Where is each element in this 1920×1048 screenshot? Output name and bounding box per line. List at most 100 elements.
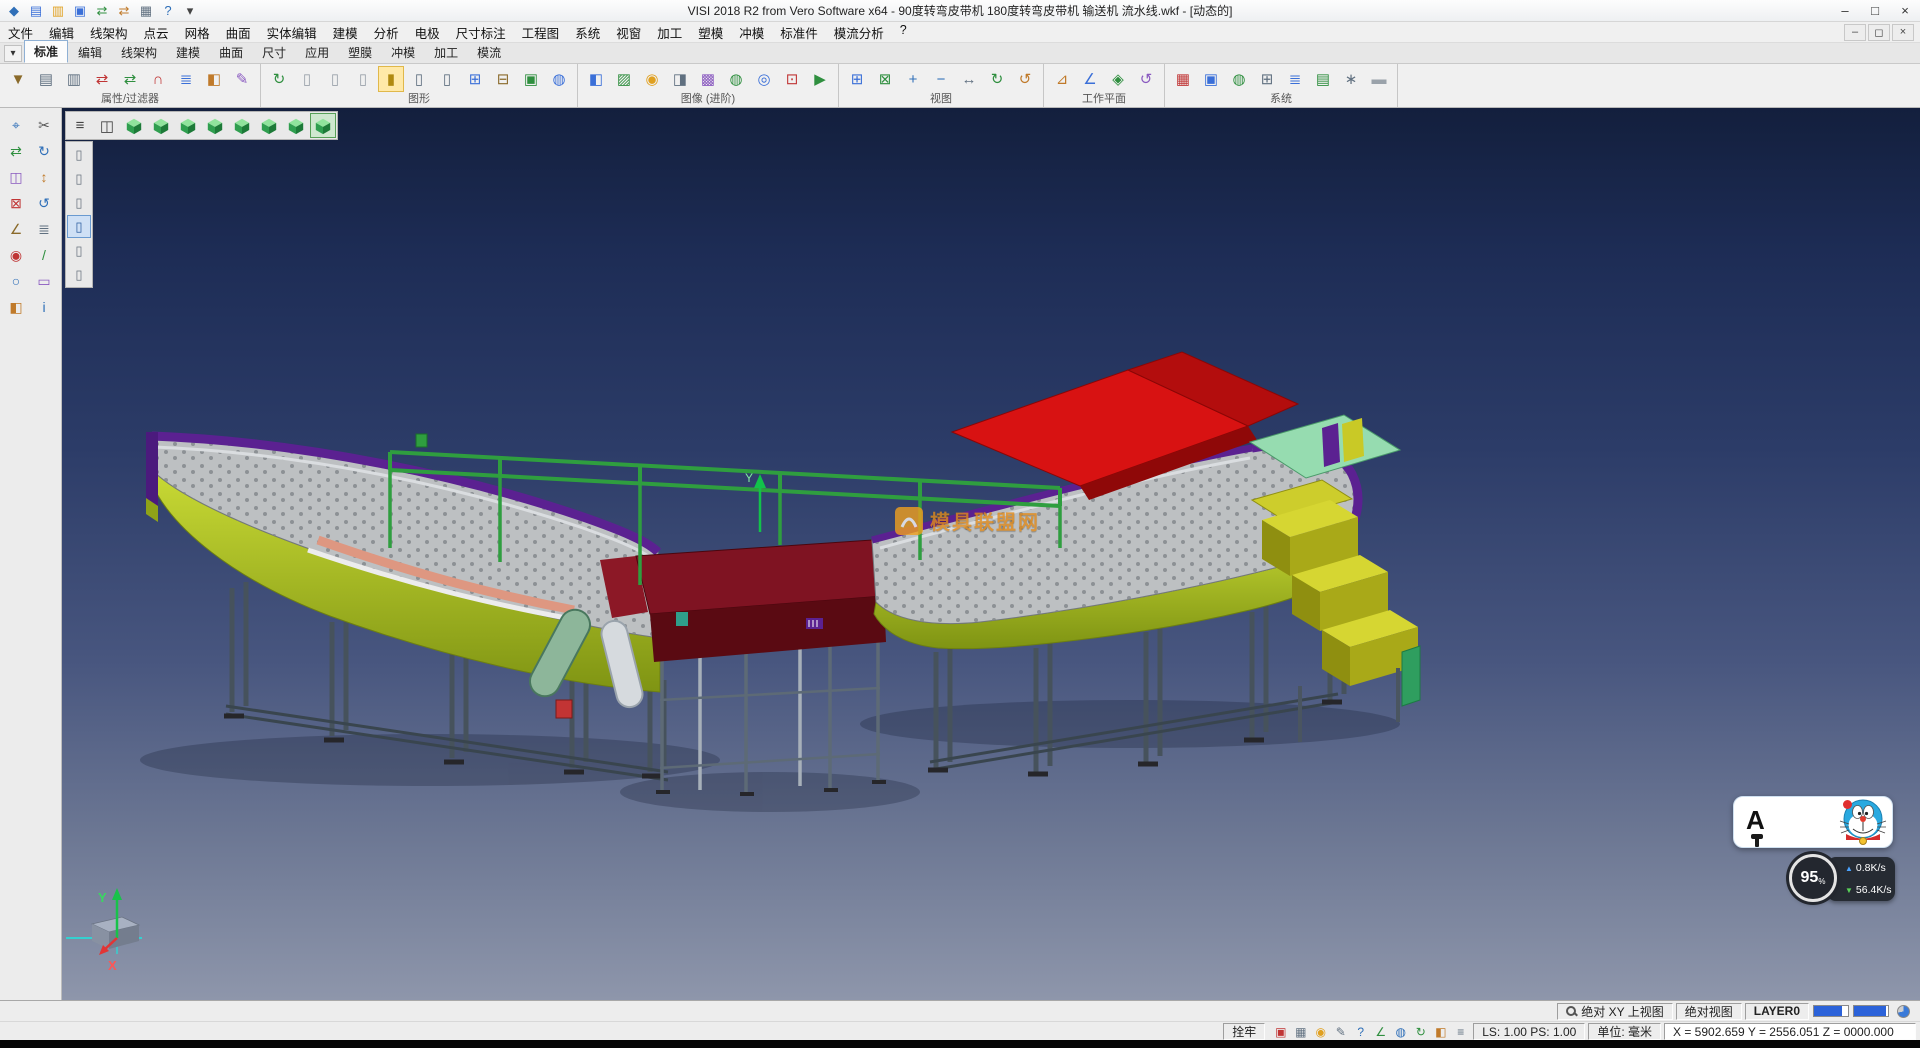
previous-view-icon[interactable]: ↺ xyxy=(1012,66,1038,92)
mdi-close-button[interactable]: × xyxy=(1892,24,1914,41)
display-settings-icon[interactable]: ▣ xyxy=(1198,66,1224,92)
menu-item-2[interactable]: 线架构 xyxy=(82,21,136,44)
blank-element-icon[interactable]: ⊟ xyxy=(490,66,516,92)
maximize-button[interactable]: □ xyxy=(1860,0,1890,21)
menu-item-17[interactable]: 标准件 xyxy=(772,21,826,44)
iso-view-icon[interactable] xyxy=(121,113,147,138)
new-file-icon[interactable]: ▤ xyxy=(26,2,46,20)
menu-item-16[interactable]: 冲模 xyxy=(731,21,772,44)
tab-6[interactable]: 应用 xyxy=(296,42,338,63)
zoom-out-icon[interactable]: − xyxy=(928,66,954,92)
filter-body-icon[interactable]: ▯ xyxy=(67,215,91,238)
minimize-button[interactable]: – xyxy=(1830,0,1860,21)
mirror-icon[interactable]: ◫ xyxy=(3,165,29,189)
pencil-icon[interactable]: ✎ xyxy=(1331,1023,1350,1040)
copy-attributes-icon[interactable]: ⇄ xyxy=(89,66,115,92)
filter-vertex-icon[interactable]: ▯ xyxy=(67,143,91,166)
save-file-icon[interactable]: ▣ xyxy=(70,2,90,20)
viewport-3d[interactable]: ≡◫ ▯▯▯▯▯▯ xyxy=(62,108,1920,1000)
print-preview-icon[interactable]: ▥ xyxy=(61,66,87,92)
zoom-window-icon[interactable]: ⊞ xyxy=(844,66,870,92)
menu-item-13[interactable]: 视窗 xyxy=(608,21,649,44)
menu-item-8[interactable]: 分析 xyxy=(366,21,407,44)
selection-filter-icon[interactable]: ▼ xyxy=(5,66,31,92)
tab-3[interactable]: 建模 xyxy=(167,42,209,63)
workplane-xy-icon[interactable]: ⊿ xyxy=(1049,66,1075,92)
snapshot-icon[interactable]: ⊡ xyxy=(779,66,805,92)
magnet-icon[interactable]: ∩ xyxy=(145,66,171,92)
filter-edge-icon[interactable]: ▯ xyxy=(67,167,91,190)
tab-4[interactable]: 曲面 xyxy=(210,42,252,63)
tab-0[interactable]: 标准 xyxy=(24,40,68,63)
tab-7[interactable]: 塑膜 xyxy=(339,42,381,63)
tab-9[interactable]: 加工 xyxy=(425,42,467,63)
cylinder2-icon[interactable]: ▯ xyxy=(322,66,348,92)
workplane-view-icon[interactable]: ◈ xyxy=(1105,66,1131,92)
rectangle-icon[interactable]: ▭ xyxy=(31,269,57,293)
layer-manager-icon[interactable]: ≣ xyxy=(173,66,199,92)
box-display-icon[interactable]: ⊞ xyxy=(462,66,488,92)
style-icon[interactable]: ✎ xyxy=(229,66,255,92)
workplane-reset-icon[interactable]: ↺ xyxy=(1133,66,1159,92)
axis-icon[interactable]: ∠ xyxy=(1371,1023,1390,1040)
color-icon[interactable]: ◧ xyxy=(201,66,227,92)
zoom-fit-icon[interactable]: ⊠ xyxy=(872,66,898,92)
menu-item-14[interactable]: 加工 xyxy=(649,21,690,44)
undo-icon[interactable]: ↺ xyxy=(31,191,57,215)
menu-item-3[interactable]: 点云 xyxy=(136,21,177,44)
shaded-mode-icon[interactable]: ▮ xyxy=(378,66,404,92)
help-icon[interactable]: ? xyxy=(158,2,178,20)
status-scale-info[interactable]: LS: 1.00 PS: 1.00 xyxy=(1473,1023,1585,1040)
network-speeds[interactable]: ▲ 0.8K/s ▼ 56.4K/s xyxy=(1827,857,1895,901)
settings-icon[interactable]: ∗ xyxy=(1338,66,1364,92)
mdi-restore-button[interactable]: ◻ xyxy=(1868,24,1890,41)
scale-icon[interactable]: ↕ xyxy=(31,165,57,189)
menu-item-12[interactable]: 系统 xyxy=(567,21,608,44)
environment-icon[interactable]: ◍ xyxy=(723,66,749,92)
windows-taskbar-sliver[interactable] xyxy=(0,1040,1920,1048)
lights-icon[interactable]: ◉ xyxy=(639,66,665,92)
measure-icon[interactable]: ∠ xyxy=(3,217,29,241)
globe-status-icon[interactable]: ◍ xyxy=(1391,1023,1410,1040)
rotate-view-icon[interactable]: ↻ xyxy=(984,66,1010,92)
menu-item-4[interactable]: 网格 xyxy=(177,21,218,44)
database-icon[interactable]: ≣ xyxy=(1282,66,1308,92)
filter-face-icon[interactable]: ▯ xyxy=(67,191,91,214)
snap-toggle-icon[interactable]: ▣ xyxy=(1271,1023,1290,1040)
layers-icon[interactable]: ≣ xyxy=(31,217,57,241)
cylinder-icon[interactable]: ▯ xyxy=(294,66,320,92)
tab-2[interactable]: 线架构 xyxy=(112,42,166,63)
info-icon[interactable]: i xyxy=(31,295,57,319)
delete-icon[interactable]: ⊠ xyxy=(3,191,29,215)
menu-item-15[interactable]: 塑模 xyxy=(690,21,731,44)
table-icon[interactable]: ▤ xyxy=(1310,66,1336,92)
regenerate-icon[interactable]: ◍ xyxy=(546,66,572,92)
front-view-icon[interactable] xyxy=(175,113,201,138)
materials-icon[interactable]: ▨ xyxy=(611,66,637,92)
calculator-icon[interactable]: ⊞ xyxy=(1254,66,1280,92)
close-button[interactable]: × xyxy=(1890,0,1920,21)
animation-icon[interactable]: ▶ xyxy=(807,66,833,92)
back-view-icon[interactable] xyxy=(256,113,282,138)
paint-icon[interactable]: ◧ xyxy=(3,295,29,319)
cylinder3-icon[interactable]: ▯ xyxy=(350,66,376,92)
line-icon[interactable]: / xyxy=(31,243,57,267)
status-layer[interactable]: LAYER0 xyxy=(1745,1003,1809,1020)
match-properties-icon[interactable]: ⇄ xyxy=(117,66,143,92)
status-absolute-view[interactable]: 绝对视图 xyxy=(1676,1003,1742,1020)
rotate-icon[interactable]: ↻ xyxy=(31,139,57,163)
refresh-status-icon[interactable]: ↻ xyxy=(1411,1023,1430,1040)
texture-icon[interactable]: ▩ xyxy=(695,66,721,92)
dimetric-view-icon[interactable] xyxy=(310,113,336,138)
open-file-icon[interactable]: ▥ xyxy=(48,2,68,20)
status-view-mode[interactable]: 绝对 XY 上视图 xyxy=(1557,1003,1672,1020)
bulb-icon[interactable]: ◉ xyxy=(1311,1023,1330,1040)
pan-icon[interactable]: ↔ xyxy=(956,66,982,92)
ime-card[interactable]: A xyxy=(1733,796,1893,848)
menu-item-19[interactable]: ? xyxy=(892,21,915,44)
quick-access-dropdown-icon[interactable]: ▾ xyxy=(180,2,200,20)
filter-all-icon[interactable]: ▯ xyxy=(67,263,91,286)
tab-10[interactable]: 模流 xyxy=(468,42,510,63)
view-menu-icon[interactable]: ≡ xyxy=(67,113,93,138)
hidden-line-icon[interactable]: ▯ xyxy=(434,66,460,92)
